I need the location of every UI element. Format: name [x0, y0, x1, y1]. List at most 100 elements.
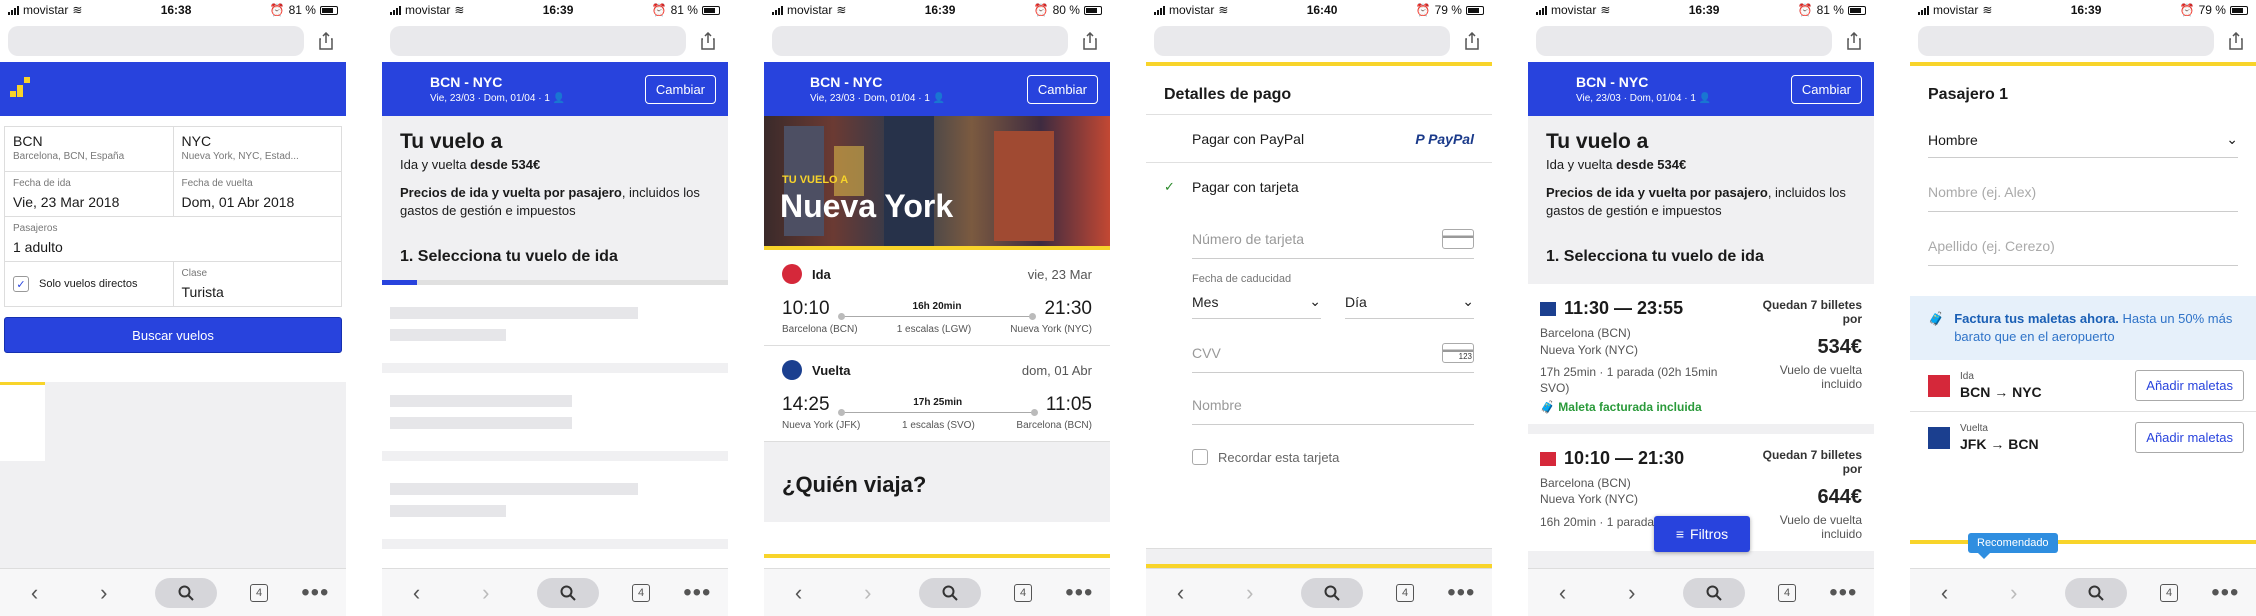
more-icon[interactable]: ••• — [1065, 580, 1093, 605]
forward-icon[interactable]: › — [468, 578, 504, 608]
more-icon[interactable]: ••• — [683, 580, 711, 605]
back-icon[interactable]: ‹ — [1545, 578, 1581, 608]
inbound-leg[interactable]: Vuelta dom, 01 Abr 14:25 17h 25min 11:05 Nu… — [764, 346, 1110, 442]
back-icon[interactable]: ‹ — [781, 578, 817, 608]
search-icon[interactable] — [536, 577, 599, 608]
back-icon[interactable]: ‹ — [399, 578, 435, 608]
more-icon[interactable]: ••• — [301, 580, 329, 605]
forward-icon[interactable]: › — [86, 578, 122, 608]
back-icon[interactable]: ‹ — [1927, 578, 1963, 608]
name-placeholder: Nombre — [1192, 396, 1242, 413]
skeleton-card — [382, 461, 728, 540]
paypal-option[interactable]: Pagar con PayPal P PayPal — [1146, 115, 1492, 163]
card-option[interactable]: ✓ Pagar con tarjeta — [1146, 163, 1492, 211]
url-bar[interactable] — [1154, 26, 1450, 56]
class-field[interactable]: Clase Turista — [172, 262, 342, 306]
tabs-icon[interactable]: 4 — [250, 583, 269, 602]
passengers-field[interactable]: Pasajeros 1 adulto — [5, 217, 341, 261]
seats-left: Quedan 7 billetes por — [1762, 298, 1862, 327]
browser-toolbar: ‹ › 4 ••• — [0, 568, 346, 616]
departure-airport: Barcelona (BCN) — [782, 324, 858, 335]
forward-icon[interactable]: › — [1996, 578, 2032, 608]
subtitle-text: Ida y vuelta — [400, 157, 471, 172]
trip-dates-text: Vie, 23/03 · Dom, 01/04 · 1 — [430, 93, 550, 104]
tabs-icon[interactable]: 4 — [1014, 583, 1033, 602]
more-icon[interactable]: ••• — [2211, 580, 2239, 605]
share-icon[interactable] — [1460, 29, 1484, 53]
return-date-field[interactable]: Fecha de vuelta Dom, 01 Abr 2018 — [172, 172, 342, 216]
remember-card-checkbox[interactable]: Recordar esta tarjeta — [1192, 449, 1474, 465]
depart-value: Vie, 23 Mar 2018 — [13, 194, 120, 210]
forward-icon[interactable]: › — [850, 578, 886, 608]
page-subtitle: Ida y vuelta desde 534€ — [1546, 157, 1856, 172]
add-bags-button[interactable]: Añadir maletas — [2135, 370, 2244, 402]
page-title: Tu vuelo a — [400, 130, 503, 153]
browser-toolbar: ‹ › 4 ••• — [764, 568, 1110, 616]
more-icon[interactable]: ••• — [1829, 580, 1857, 605]
search-icon[interactable] — [154, 577, 217, 608]
filters-button[interactable]: ≡ Filtros — [1654, 516, 1750, 552]
class-value: Turista — [181, 284, 224, 300]
destination-field[interactable]: NYC Nueva York, NYC, Estad... — [172, 127, 342, 171]
direct-flights-label: Solo vuelos directos — [39, 278, 138, 290]
card-number-input[interactable]: Número de tarjeta — [1192, 219, 1474, 259]
alarm-icon: ⏰ — [269, 3, 285, 17]
change-search-button[interactable]: Cambiar — [644, 74, 716, 104]
trip-header: BCN - NYC Vie, 23/03 · Dom, 01/04 · 1 👤 C… — [382, 62, 728, 116]
brand-header — [0, 62, 346, 116]
tabs-icon[interactable]: 4 — [2160, 583, 2179, 602]
status-bar: movistar ≋ 16:39 ⏰ 80 % — [764, 0, 1110, 20]
arrival-airport: Barcelona (BCN) — [1016, 420, 1092, 431]
first-name-input[interactable]: Nombre (ej. Alex) — [1928, 172, 2238, 212]
more-icon[interactable]: ••• — [1447, 580, 1475, 605]
signal-icon — [8, 5, 19, 15]
passengers-value: 1 adulto — [13, 239, 63, 255]
share-icon[interactable] — [2224, 29, 2248, 53]
tabs-icon[interactable]: 4 — [1396, 583, 1415, 602]
change-search-button[interactable]: Cambiar — [1790, 74, 1862, 104]
share-icon[interactable] — [1078, 29, 1102, 53]
day-select[interactable]: Día ⌄ — [1345, 285, 1474, 319]
search-icon[interactable] — [2064, 577, 2127, 608]
return-label: Fecha de vuelta — [181, 178, 253, 189]
depart-date-field[interactable]: Fecha de ida Vie, 23 Mar 2018 — [5, 172, 173, 216]
cvv-input[interactable]: CVV 123 — [1192, 333, 1474, 373]
search-icon[interactable] — [1682, 577, 1745, 608]
iberia-logo-icon — [1540, 451, 1556, 466]
outbound-leg[interactable]: Ida vie, 23 Mar 10:10 16h 20min 21:30 Barce… — [764, 250, 1110, 346]
signal-icon — [1918, 5, 1929, 15]
flight-result-card[interactable]: 11:30 — 23:55 Barcelona (BCN) Nueva York … — [1528, 284, 1874, 425]
share-icon[interactable] — [314, 29, 338, 53]
back-icon[interactable]: ‹ — [1163, 578, 1199, 608]
forward-icon[interactable]: › — [1614, 578, 1650, 608]
back-icon[interactable]: ‹ — [17, 578, 53, 608]
direct-flights-checkbox[interactable]: ✓ Solo vuelos directos — [5, 262, 173, 306]
trip-dates-text: Vie, 23/03 · Dom, 01/04 · 1 — [810, 93, 930, 104]
url-bar[interactable] — [1918, 26, 2214, 56]
trip-route: BCN - NYC — [1576, 74, 1649, 90]
url-bar[interactable] — [1536, 26, 1832, 56]
search-icon[interactable] — [1300, 577, 1363, 608]
subtitle-price: desde 534€ — [470, 157, 541, 172]
cardholder-name-input[interactable]: Nombre — [1192, 385, 1474, 425]
month-select[interactable]: Mes ⌄ — [1192, 285, 1321, 319]
share-icon[interactable] — [1842, 29, 1866, 53]
share-icon[interactable] — [696, 29, 720, 53]
search-flights-button[interactable]: Buscar vuelos — [4, 317, 342, 353]
url-bar[interactable] — [390, 26, 686, 56]
origin-field[interactable]: BCN Barcelona, BCN, España — [5, 127, 173, 171]
url-bar[interactable] — [772, 26, 1068, 56]
last-name-input[interactable]: Apellido (ej. Cerezo) — [1928, 226, 2238, 266]
tabs-icon[interactable]: 4 — [1778, 583, 1797, 602]
section-title: 1. Selecciona tu vuelo de ida — [400, 248, 618, 266]
change-search-button[interactable]: Cambiar — [1026, 74, 1098, 104]
subtitle-price: desde 534€ — [1616, 157, 1687, 172]
url-bar[interactable] — [8, 26, 304, 56]
search-icon[interactable] — [918, 577, 981, 608]
alarm-icon: ⏰ — [2179, 3, 2195, 17]
forward-icon[interactable]: › — [1232, 578, 1268, 608]
gender-select[interactable]: Hombre ⌄ — [1928, 122, 2238, 158]
tabs-icon[interactable]: 4 — [632, 583, 651, 602]
add-bags-button[interactable]: Añadir maletas — [2135, 422, 2244, 454]
trip-dates: Vie, 23/03 · Dom, 01/04 · 1 👤 — [430, 93, 565, 104]
